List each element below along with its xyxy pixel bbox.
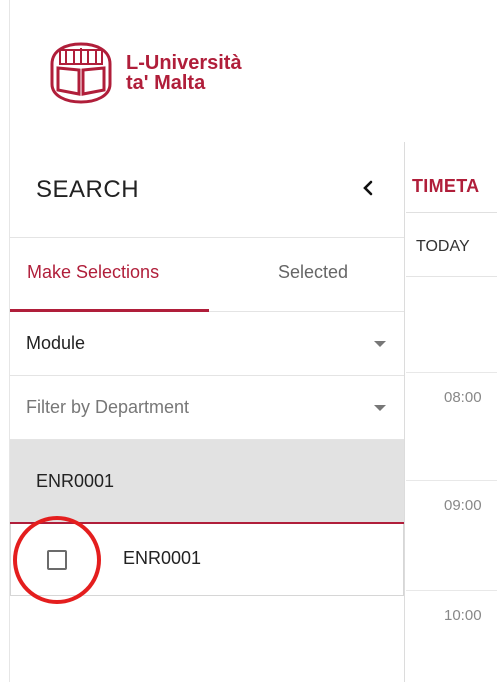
tab-make-selections[interactable]: Make Selections <box>27 262 159 283</box>
department-filter-placeholder: Filter by Department <box>26 397 190 417</box>
active-tab-indicator <box>10 309 209 312</box>
type-select[interactable]: Module <box>10 312 404 376</box>
time-label-0800: 08:00 <box>444 389 482 406</box>
dropdown-caret-icon <box>374 340 386 347</box>
time-label-0900: 09:00 <box>444 497 482 514</box>
university-crest-icon <box>50 42 112 104</box>
dropdown-caret-icon <box>374 404 386 411</box>
university-name-line1: L-Università <box>126 52 242 74</box>
module-checkbox[interactable] <box>47 550 67 570</box>
timetable-divider <box>406 276 497 277</box>
search-title: SEARCH <box>36 175 140 203</box>
time-label-1000: 10:00 <box>444 607 482 624</box>
selection-tabs: Make Selections Selected <box>10 238 404 312</box>
search-header: SEARCH <box>10 142 404 238</box>
timetable-panel: TIMETA TODAY 08:00 09:00 10:00 <box>406 142 497 682</box>
type-select-value: Module <box>26 333 86 353</box>
department-filter[interactable]: Filter by Department <box>10 376 404 440</box>
module-group-header[interactable]: ENR0001 <box>10 440 404 524</box>
module-option-row[interactable]: ENR0001 <box>10 516 404 604</box>
today-button[interactable]: TODAY <box>416 238 470 256</box>
search-sidebar: SEARCH Make Selections Selected Module F… <box>10 142 405 682</box>
university-logo[interactable]: L-Università ta' Malta <box>46 40 242 106</box>
module-option-label: ENR0001 <box>123 548 202 568</box>
university-name-line2: ta' Malta <box>126 72 206 94</box>
collapse-sidebar-button[interactable] <box>358 177 378 203</box>
timetable-title: TIMETA <box>412 176 480 196</box>
university-name: L-Università ta' Malta <box>126 53 242 93</box>
hour-gridline <box>406 590 497 591</box>
hour-gridline <box>406 372 497 373</box>
timetable-divider <box>406 212 497 213</box>
hour-gridline <box>406 480 497 481</box>
chevron-left-icon <box>363 180 373 195</box>
tab-selected[interactable]: Selected <box>278 262 348 283</box>
app-root: L-Università ta' Malta SEARCH Make Selec… <box>0 0 497 682</box>
